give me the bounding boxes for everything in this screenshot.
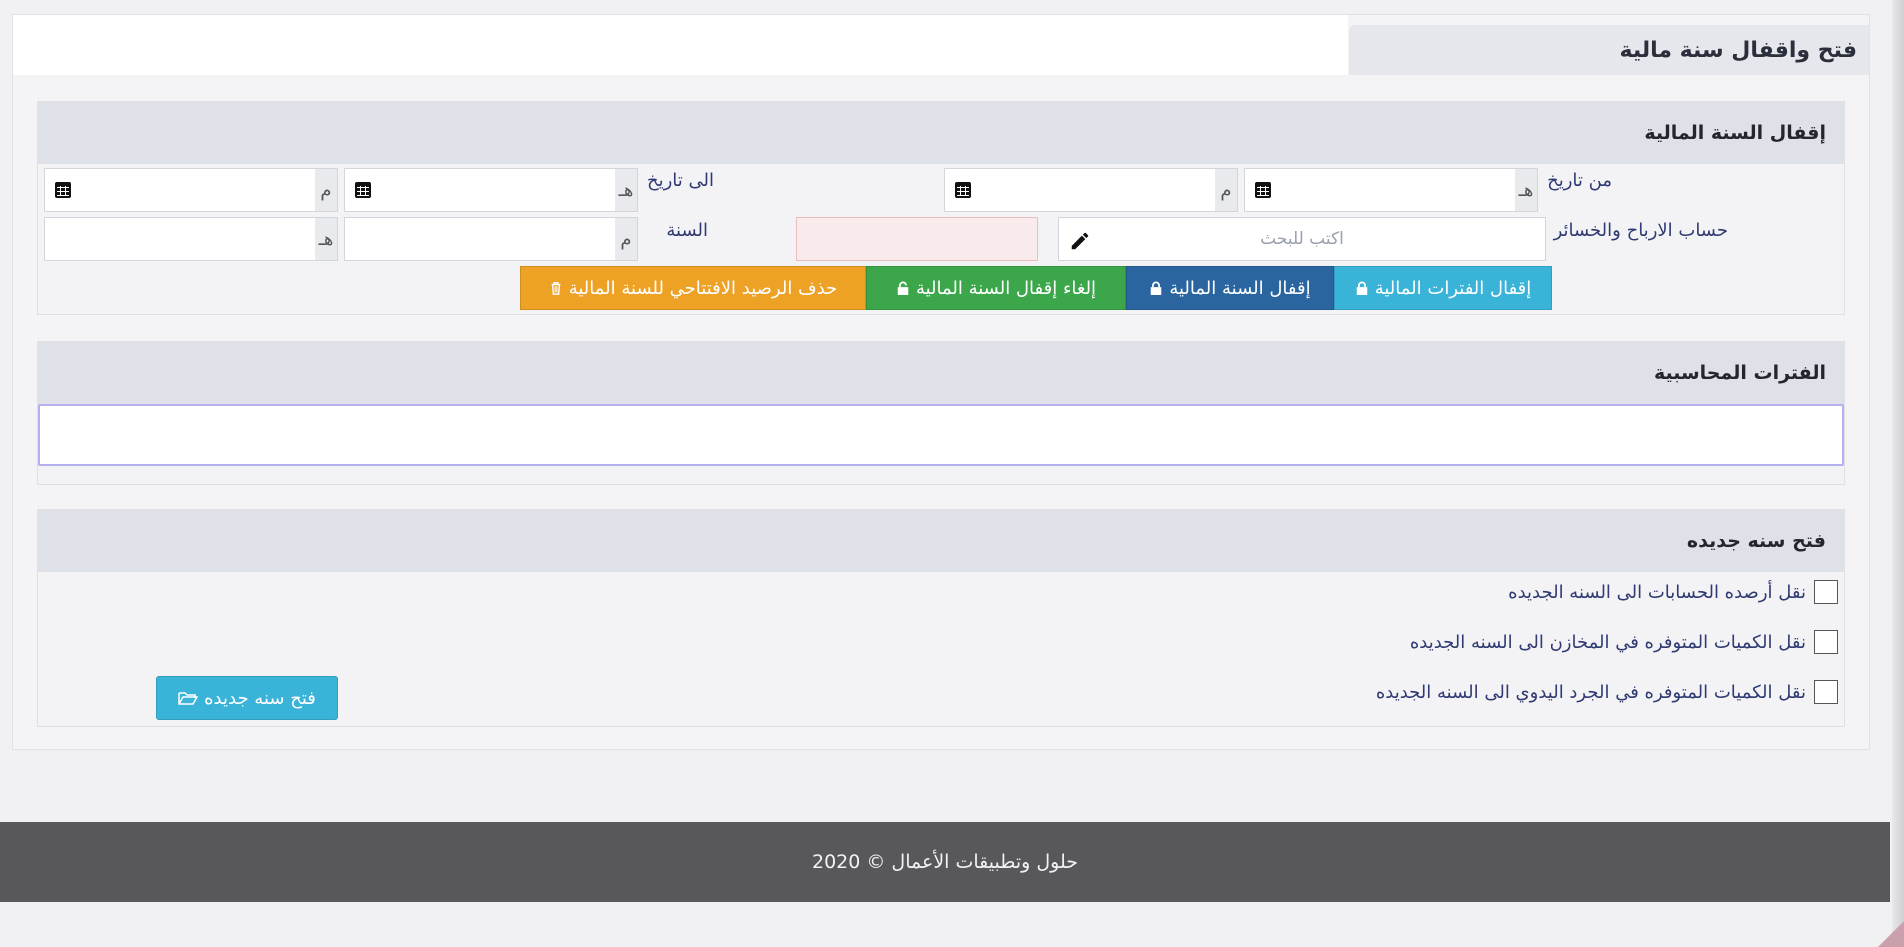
trash-icon (551, 282, 561, 295)
from-date-label: من تاريخ (1547, 170, 1612, 191)
from-date-hijri-input[interactable]: هـ (1244, 168, 1538, 212)
pl-account-label: حساب الارباح والخسائر (1553, 220, 1728, 241)
open-new-year-button[interactable]: فتح سنه جديده (156, 676, 338, 720)
gregorian-suffix: م (615, 218, 637, 260)
page-title: فتح واقفال سنة مالية (1619, 37, 1857, 63)
periods-panel: الفترات المحاسبية (37, 341, 1845, 485)
periods-title: الفترات المحاسبية (1653, 362, 1826, 384)
from-date-gregorian-input[interactable]: م (944, 168, 1238, 212)
corner-decoration (1878, 921, 1904, 947)
close-year-title: إقفال السنة المالية (1644, 122, 1826, 144)
hijri-suffix: هـ (1515, 169, 1537, 211)
year-hijri-input[interactable]: هـ (44, 217, 338, 261)
close-periods-label: إقفال الفترات المالية (1374, 277, 1532, 299)
calendar-icon[interactable] (355, 182, 371, 198)
footer-copyright: 2020 © حلول وتطبيقات الأعمال (811, 851, 1078, 873)
periods-panel-header: الفترات المحاسبية (38, 342, 1844, 404)
pl-account-search[interactable] (1058, 217, 1546, 261)
lock-icon (1151, 281, 1162, 295)
year-gregorian-input[interactable]: م (344, 217, 638, 261)
footer: 2020 © حلول وتطبيقات الأعمال (0, 822, 1890, 902)
pl-account-code-field[interactable] (796, 217, 1038, 261)
pencil-icon (1071, 232, 1089, 250)
close-year-panel: إقفال السنة المالية من تاريخ هـ م الى تا… (37, 101, 1845, 315)
to-date-gregorian-input[interactable]: م (44, 168, 338, 212)
hijri-suffix: هـ (315, 218, 337, 260)
close-periods-button[interactable]: إقفال الفترات المالية (1334, 266, 1552, 310)
scrollbar-edge[interactable] (1892, 0, 1904, 947)
gregorian-suffix: م (1215, 169, 1237, 211)
new-year-panel-header: فتح سنه جديده (38, 510, 1844, 572)
new-year-panel: فتح سنه جديده نقل أرصده الحسابات الى الس… (37, 509, 1845, 727)
checkbox[interactable] (1814, 580, 1838, 604)
hijri-suffix: هـ (615, 169, 637, 211)
delete-opening-balance-label: حذف الرصيد الافتتاحي للسنة المالية (568, 277, 838, 299)
option-transfer-balances[interactable]: نقل أرصده الحسابات الى السنه الجديده (1508, 580, 1838, 604)
option-transfer-manual-count[interactable]: نقل الكميات المتوفره في الجرد اليدوي الى… (1376, 680, 1838, 704)
open-new-year-label: فتح سنه جديده (204, 687, 316, 709)
folder-open-icon (178, 692, 199, 705)
calendar-icon[interactable] (955, 182, 971, 198)
to-date-hijri-input[interactable]: هـ (344, 168, 638, 212)
cancel-close-year-button[interactable]: إلغاء إقفال السنة المالية (866, 266, 1126, 310)
calendar-icon[interactable] (1255, 182, 1271, 198)
year-label: السنة (666, 220, 708, 241)
option-label: نقل الكميات المتوفره في الجرد اليدوي الى… (1375, 681, 1806, 703)
close-year-button[interactable]: إقفال السنة المالية (1126, 266, 1334, 310)
checkbox[interactable] (1814, 680, 1838, 704)
page-title-tab: فتح واقفال سنة مالية (1349, 25, 1869, 75)
gregorian-suffix: م (315, 169, 337, 211)
calendar-icon[interactable] (55, 182, 71, 198)
page-header-strip (13, 15, 1348, 75)
cancel-close-year-label: إلغاء إقفال السنة المالية (915, 277, 1097, 299)
option-transfer-stock[interactable]: نقل الكميات المتوفره في المخازن الى السن… (1410, 630, 1838, 654)
delete-opening-balance-button[interactable]: حذف الرصيد الافتتاحي للسنة المالية (520, 266, 866, 310)
option-label: نقل أرصده الحسابات الى السنه الجديده (1508, 581, 1806, 603)
close-year-label: إقفال السنة المالية (1169, 277, 1311, 299)
pl-account-search-input[interactable] (1059, 218, 1545, 260)
checkbox[interactable] (1814, 630, 1838, 654)
periods-list-box[interactable] (38, 404, 1844, 466)
page-card: فتح واقفال سنة مالية إقفال السنة المالية… (12, 14, 1870, 750)
new-year-title: فتح سنه جديده (1686, 530, 1826, 552)
to-date-label: الى تاريخ (646, 170, 714, 191)
option-label: نقل الكميات المتوفره في المخازن الى السن… (1409, 631, 1806, 653)
close-year-panel-header: إقفال السنة المالية (38, 102, 1844, 164)
unlock-icon (897, 281, 909, 295)
lock-icon (1356, 281, 1367, 295)
